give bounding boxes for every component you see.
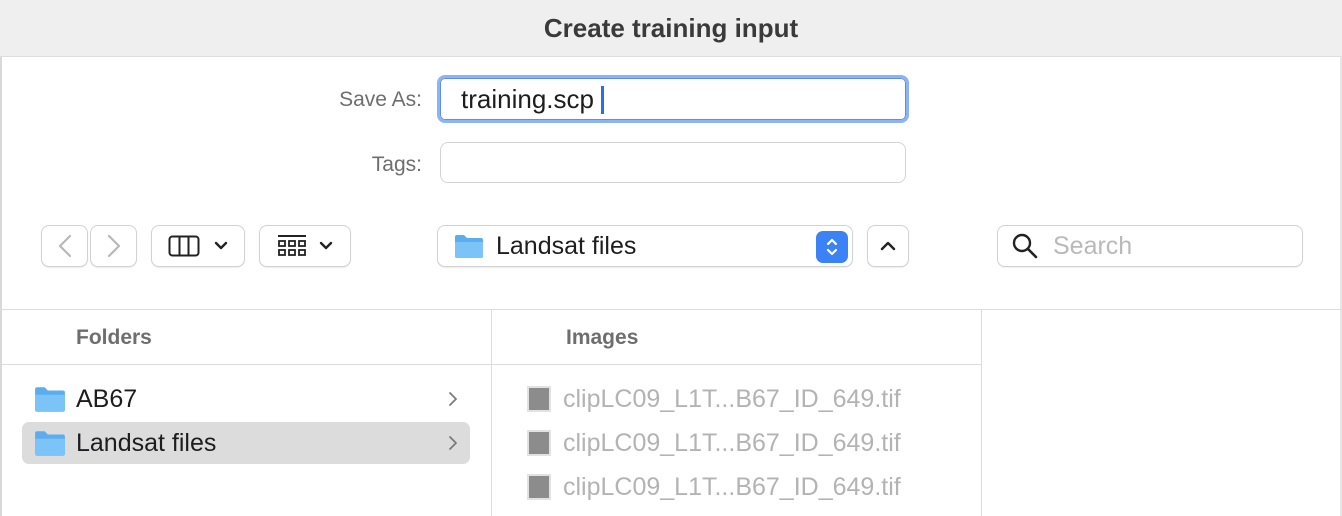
forward-button[interactable] bbox=[90, 225, 137, 267]
tags-label: Tags: bbox=[371, 153, 422, 176]
tags-input[interactable] bbox=[441, 143, 905, 182]
folder-icon bbox=[35, 387, 65, 412]
toolbar-divider bbox=[0, 309, 1342, 310]
search-input[interactable] bbox=[1051, 230, 1295, 262]
folders-column-header: Folders bbox=[76, 326, 152, 349]
image-file-icon bbox=[527, 430, 551, 456]
image-file-name: clipLC09_L1T...B67_ID_649.tif bbox=[563, 428, 901, 457]
header-divider bbox=[492, 364, 981, 365]
location-label: Landsat files bbox=[496, 231, 637, 260]
image-file-row[interactable]: clipLC09_L1T...B67_ID_649.tif bbox=[515, 466, 975, 508]
dialog-title: Create training input bbox=[543, 12, 799, 43]
save-as-field[interactable] bbox=[437, 75, 909, 123]
save-as-label: Save As: bbox=[339, 88, 422, 111]
back-button[interactable] bbox=[41, 225, 88, 267]
image-file-row[interactable]: clipLC09_L1T...B67_ID_649.tif bbox=[515, 422, 975, 464]
image-file-icon bbox=[527, 386, 551, 412]
column-divider bbox=[981, 310, 982, 516]
folder-name: AB67 bbox=[76, 384, 138, 413]
chevron-right-icon bbox=[449, 436, 457, 450]
folder-row-landsat-files[interactable]: Landsat files bbox=[22, 422, 470, 464]
title-bar: Create training input bbox=[0, 0, 1342, 57]
search-field[interactable] bbox=[997, 225, 1303, 267]
chevron-down-icon bbox=[319, 241, 333, 250]
folder-icon bbox=[35, 431, 65, 456]
column-divider bbox=[491, 310, 492, 516]
folder-icon bbox=[455, 235, 483, 258]
save-as-input[interactable] bbox=[440, 78, 906, 120]
header-divider bbox=[2, 364, 491, 365]
location-popup[interactable]: Landsat files bbox=[437, 225, 853, 267]
window-border-left bbox=[0, 0, 2, 516]
folder-row-ab67[interactable]: AB67 bbox=[22, 378, 470, 420]
popup-stepper-icon bbox=[816, 231, 848, 263]
chevron-right-icon bbox=[107, 234, 120, 258]
chevron-right-icon bbox=[449, 392, 457, 406]
chevron-up-icon bbox=[880, 241, 896, 251]
view-mode-button[interactable] bbox=[151, 225, 245, 267]
chevron-down-icon bbox=[214, 241, 228, 250]
folder-name: Landsat files bbox=[76, 428, 217, 457]
group-grid-icon bbox=[278, 235, 306, 256]
image-file-name: clipLC09_L1T...B67_ID_649.tif bbox=[563, 384, 901, 413]
chevron-left-icon bbox=[58, 234, 71, 258]
images-column-header: Images bbox=[566, 326, 639, 349]
column-view-icon bbox=[168, 235, 200, 257]
group-by-button[interactable] bbox=[259, 225, 351, 267]
image-file-icon bbox=[527, 474, 551, 500]
image-file-name: clipLC09_L1T...B67_ID_649.tif bbox=[563, 472, 901, 501]
search-icon bbox=[1012, 233, 1038, 259]
image-file-row[interactable]: clipLC09_L1T...B67_ID_649.tif bbox=[515, 378, 975, 420]
text-caret bbox=[601, 86, 604, 114]
parent-folder-button[interactable] bbox=[867, 225, 909, 267]
tags-field[interactable] bbox=[440, 142, 906, 183]
